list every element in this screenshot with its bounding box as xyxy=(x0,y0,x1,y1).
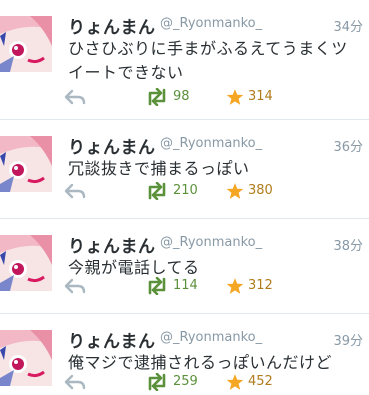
timestamp[interactable]: 39分 xyxy=(333,330,363,349)
tweet-text: 俺マジで逮捕されるっぽいんだけど xyxy=(68,353,333,372)
tweet-actions: 259 452 xyxy=(64,372,369,393)
timeline: りょんまん @_Ryonmanko_ 34分 ひさひぶりに手まがふるえてうまくツ… xyxy=(0,0,369,395)
retweet-icon[interactable] xyxy=(146,87,168,107)
favorite-star-icon[interactable] xyxy=(226,373,244,391)
favorite-star-icon[interactable] xyxy=(226,277,244,295)
timestamp[interactable]: 38分 xyxy=(333,235,363,254)
reply-icon[interactable] xyxy=(64,183,86,199)
favorite-star-icon[interactable] xyxy=(226,182,244,200)
tweet[interactable]: りょんまん @_Ryonmanko_ 34分 ひさひぶりに手まがふるえてうまくツ… xyxy=(0,0,369,120)
retweet-icon[interactable] xyxy=(146,181,168,201)
avatar[interactable] xyxy=(0,16,52,72)
display-name[interactable]: りょんまん xyxy=(68,13,156,38)
tweet-text: 冗談抜きで捕まるっぽい xyxy=(68,159,250,178)
avatar[interactable] xyxy=(0,330,52,386)
reply-icon[interactable] xyxy=(64,374,86,390)
tweet[interactable]: りょんまん @_Ryonmanko_ 36分 冗談抜きで捕まるっぽい 210 3… xyxy=(0,120,369,219)
avatar[interactable] xyxy=(0,235,52,291)
tweet-text: ひさひぶりに手まがふるえてうまくツ イートできない xyxy=(68,39,348,82)
reply-icon[interactable] xyxy=(64,89,86,105)
retweet-icon[interactable] xyxy=(146,372,168,392)
retweet-icon[interactable] xyxy=(146,276,168,296)
tweet-actions: 210 380 xyxy=(64,181,369,202)
favorite-count: 380 xyxy=(248,183,273,198)
favorite-star-icon[interactable] xyxy=(226,88,244,106)
favorite-count: 314 xyxy=(248,89,273,104)
retweet-count: 210 xyxy=(173,183,198,198)
user-handle[interactable]: @_Ryonmanko_ xyxy=(160,235,262,250)
user-handle[interactable]: @_Ryonmanko_ xyxy=(160,16,262,31)
display-name[interactable]: りょんまん xyxy=(68,327,156,352)
user-handle[interactable]: @_Ryonmanko_ xyxy=(160,136,262,151)
tweet[interactable]: りょんまん @_Ryonmanko_ 39分 俺マジで逮捕されるっぽいんだけど … xyxy=(0,314,369,395)
avatar[interactable] xyxy=(0,136,52,192)
favorite-count: 452 xyxy=(248,374,273,389)
retweet-count: 114 xyxy=(173,278,198,293)
tweet-actions: 114 312 xyxy=(64,276,369,297)
retweet-count: 98 xyxy=(173,89,190,104)
timestamp[interactable]: 34分 xyxy=(333,16,363,35)
tweet-actions: 98 314 xyxy=(64,87,369,108)
timestamp[interactable]: 36分 xyxy=(333,136,363,155)
tweet[interactable]: りょんまん @_Ryonmanko_ 38分 今親が電話してる 114 312 xyxy=(0,219,369,314)
user-handle[interactable]: @_Ryonmanko_ xyxy=(160,330,262,345)
retweet-count: 259 xyxy=(173,374,198,389)
reply-icon[interactable] xyxy=(64,278,86,294)
display-name[interactable]: りょんまん xyxy=(68,232,156,257)
favorite-count: 312 xyxy=(248,278,273,293)
display-name[interactable]: りょんまん xyxy=(68,133,156,158)
